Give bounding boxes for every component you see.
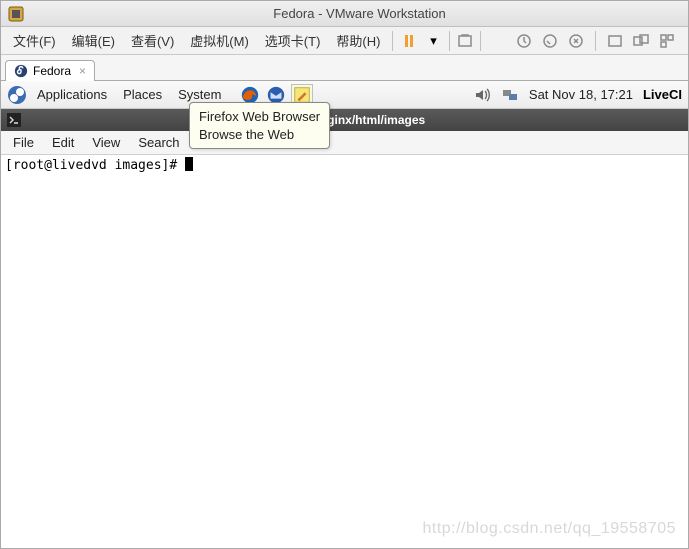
play-dropdown-icon[interactable]: ▾ (425, 33, 441, 49)
menu-edit[interactable]: 编辑(E) (64, 27, 123, 54)
term-menu-view[interactable]: View (84, 133, 128, 152)
panel-datetime[interactable]: Sat Nov 18, 17:21 (529, 87, 633, 102)
unity-icon[interactable] (630, 30, 652, 52)
manage-snapshot-icon[interactable] (565, 30, 587, 52)
term-menu-file[interactable]: File (5, 133, 42, 152)
terminal-prompt: [root@livedvd images]# (5, 158, 185, 173)
separator (449, 31, 450, 51)
tooltip-line1: Firefox Web Browser (199, 108, 320, 126)
pause-icon[interactable] (401, 33, 417, 49)
menu-places[interactable]: Places (117, 85, 168, 104)
term-menu-search[interactable]: Search (130, 133, 187, 152)
revert-snapshot-icon[interactable] (513, 30, 535, 52)
separator (480, 31, 481, 51)
volume-icon[interactable] (473, 86, 491, 104)
vmware-window-title: Fedora - VMware Workstation (31, 6, 688, 21)
separator (595, 31, 596, 51)
separator (392, 31, 393, 51)
close-icon[interactable]: × (79, 64, 86, 78)
take-snapshot-icon[interactable] (539, 30, 561, 52)
terminal-window: /usr/local/nginx/html/images File Edit V… (1, 109, 688, 548)
vmware-tab-bar: Fedora × (1, 55, 688, 81)
gnome-panel: Applications Places System Sat Nov 18, 1… (1, 81, 688, 109)
menu-vm[interactable]: 虚拟机(M) (182, 27, 257, 54)
menu-view[interactable]: 查看(V) (123, 27, 182, 54)
terminal-menubar: File Edit View Search (1, 131, 688, 155)
tooltip-line2: Browse the Web (199, 126, 320, 144)
menu-file[interactable]: 文件(F) (5, 27, 64, 54)
terminal-titlebar[interactable]: /usr/local/nginx/html/images (1, 109, 688, 131)
terminal-cursor (185, 157, 193, 171)
menu-applications[interactable]: Applications (31, 85, 113, 104)
fedora-icon (14, 64, 28, 78)
fullscreen-icon[interactable] (604, 30, 626, 52)
firefox-tooltip: Firefox Web Browser Browse the Web (189, 102, 330, 149)
snapshot-icon[interactable] (454, 30, 476, 52)
term-menu-edit[interactable]: Edit (44, 133, 82, 152)
network-icon[interactable] (501, 86, 519, 104)
vmware-menubar: 文件(F) 编辑(E) 查看(V) 虚拟机(M) 选项卡(T) 帮助(H) ▾ (1, 27, 688, 55)
live-user-label[interactable]: LiveCI (643, 87, 682, 102)
menu-help[interactable]: 帮助(H) (328, 27, 388, 54)
console-view-icon[interactable] (656, 30, 678, 52)
terminal-body[interactable]: [root@livedvd images]# (1, 155, 688, 548)
guest-screen: Applications Places System Sat Nov 18, 1… (1, 81, 688, 548)
vm-tab-label: Fedora (33, 64, 71, 78)
terminal-icon (7, 113, 21, 127)
menu-tabs[interactable]: 选项卡(T) (257, 27, 329, 54)
vmware-logo-icon (7, 5, 25, 23)
vmware-titlebar: Fedora - VMware Workstation (1, 1, 688, 27)
distro-logo-icon (7, 85, 27, 105)
vm-tab-fedora[interactable]: Fedora × (5, 60, 95, 81)
